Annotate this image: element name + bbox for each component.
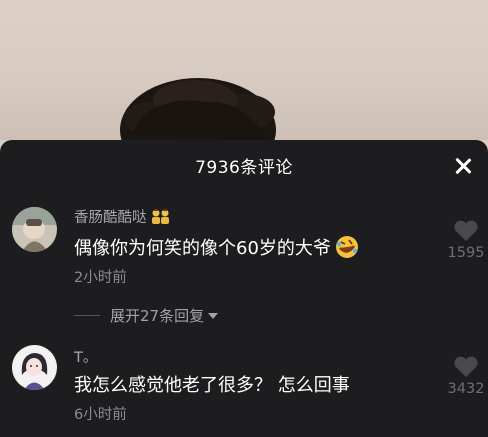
heart-icon: [454, 356, 478, 377]
like-count: 1595: [447, 245, 485, 261]
comment-username[interactable]: 香肠酷酷哒: [74, 206, 171, 227]
comment-username[interactable]: T。: [74, 346, 97, 367]
comment-text-body: 我怎么感觉他老了很多？ 怎么回事: [74, 375, 350, 396]
comment-time: 2小时前: [74, 270, 127, 286]
chevron-down-icon: [208, 312, 219, 319]
couple-emoji-icon: [151, 209, 169, 224]
comment-text: 我怎么感觉他老了很多？ 怎么回事: [74, 371, 350, 397]
avatar-image: [12, 207, 57, 252]
comment-count-title: 7936条评论: [195, 158, 293, 178]
username-text: T。: [74, 350, 98, 366]
like-count: 3432: [447, 381, 485, 397]
video-background[interactable]: [0, 0, 488, 140]
avatar[interactable]: [12, 207, 57, 252]
heart-icon: [454, 220, 478, 241]
video-frame-person: [120, 78, 276, 140]
comment-time: 6小时前: [74, 407, 127, 423]
divider-line: [74, 315, 100, 316]
like-button[interactable]: 1595: [446, 220, 486, 261]
comment-text-body: 偶像你为何笑的像个60岁的大爷: [74, 238, 331, 259]
comments-sheet: 7936条评论 香肠酷酷哒 偶像你为何笑的像个60岁的大爷 2小时前 1595 …: [0, 140, 488, 437]
username-text: 香肠酷酷哒: [74, 210, 147, 226]
comment-text: 偶像你为何笑的像个60岁的大爷: [74, 234, 359, 260]
avatar[interactable]: [12, 345, 57, 390]
avatar-image: [12, 345, 57, 390]
like-button[interactable]: 3432: [446, 356, 486, 397]
expand-replies-button[interactable]: 展开27条回复: [74, 305, 219, 326]
sheet-header: 7936条评论: [0, 140, 488, 192]
close-icon[interactable]: [452, 155, 474, 177]
rofl-emoji-icon: [335, 236, 358, 258]
expand-replies-label: 展开27条回复: [110, 307, 205, 325]
